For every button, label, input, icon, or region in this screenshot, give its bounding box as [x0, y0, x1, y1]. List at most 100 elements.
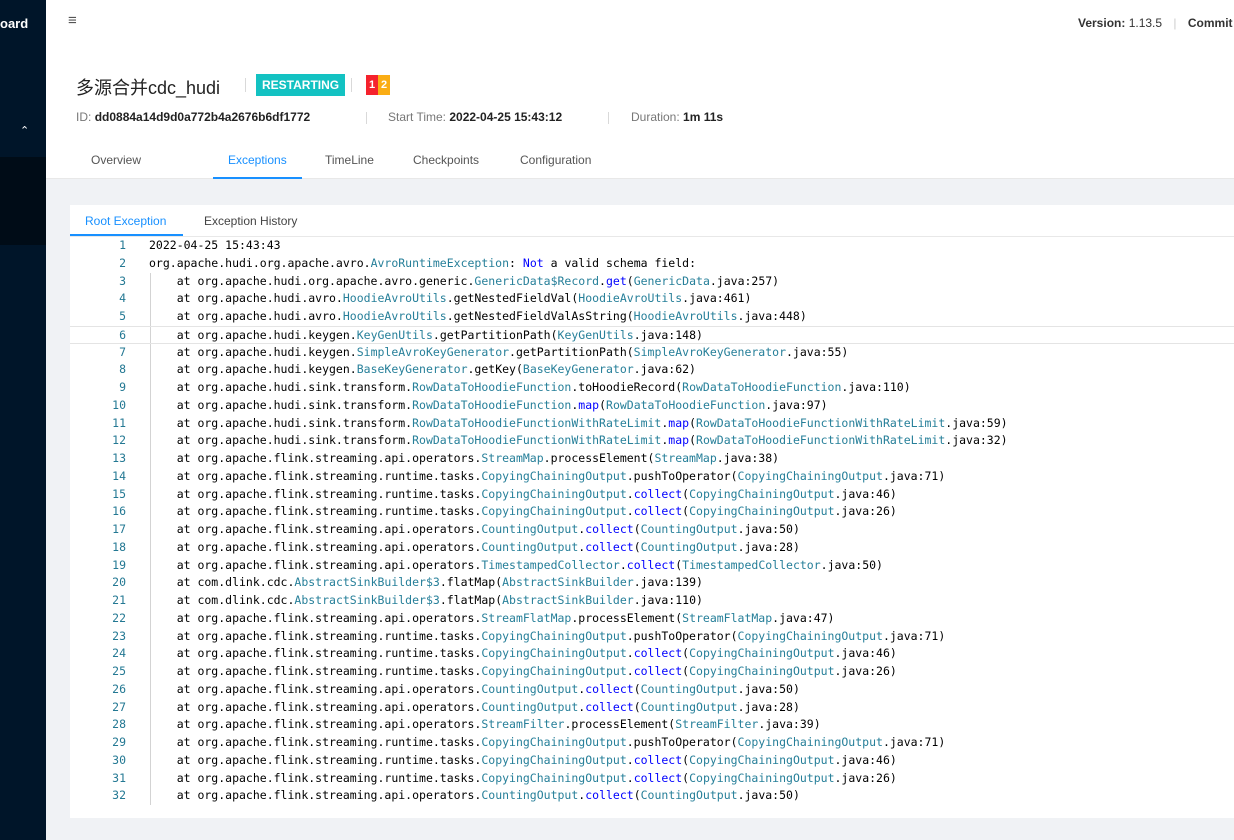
duration-value: 1m 11s: [683, 110, 724, 124]
code-line[interactable]: 1 2022-04-25 15:43:43: [70, 237, 1234, 255]
line-number: 9: [119, 380, 126, 394]
line-number: 3: [119, 273, 126, 288]
line-number: 5: [119, 309, 126, 323]
code-line-text: at com.dlink.cdc.AbstractSinkBuilder$3.f…: [149, 593, 703, 607]
version-value: 1.13.5: [1128, 16, 1163, 30]
code-line[interactable]: 18 at org.apache.flink.streaming.api.ope…: [70, 538, 1234, 557]
line-number: 24: [112, 646, 126, 661]
line-number: 18: [112, 539, 126, 554]
code-line[interactable]: 19 at org.apache.flink.streaming.api.ope…: [70, 556, 1234, 575]
code-line[interactable]: 11 at org.apache.hudi.sink.transform.Row…: [70, 414, 1234, 433]
sidebar: oard ⌃: [0, 0, 46, 840]
code-line[interactable]: 20 at com.dlink.cdc.AbstractSinkBuilder$…: [70, 574, 1234, 592]
job-id-label: ID:: [76, 110, 92, 124]
code-line[interactable]: 6 at org.apache.hudi.keygen.KeyGenUtils.…: [70, 325, 1234, 344]
active-tab-indicator: [213, 177, 302, 179]
code-line[interactable]: 27 at org.apache.flink.streaming.api.ope…: [70, 698, 1234, 717]
header-divider: |: [1173, 16, 1177, 30]
code-line-text: at org.apache.hudi.sink.transform.RowDat…: [149, 415, 1008, 430]
code-line[interactable]: 14 at org.apache.flink.streaming.runtime…: [70, 467, 1234, 486]
code-line-text: at org.apache.flink.streaming.runtime.ta…: [149, 628, 946, 643]
tab-exceptions[interactable]: Exceptions: [228, 153, 287, 167]
code-line[interactable]: 29 at org.apache.flink.streaming.runtime…: [70, 734, 1234, 752]
code-line[interactable]: 8 at org.apache.hudi.keygen.BaseKeyGener…: [70, 361, 1234, 379]
line-number: 20: [112, 575, 126, 590]
code-line[interactable]: 22 at org.apache.flink.streaming.api.ope…: [70, 609, 1234, 628]
app-logo-text[interactable]: oard: [0, 16, 28, 31]
line-number: 6: [119, 327, 126, 342]
code-line-text: 2022-04-25 15:43:43: [149, 238, 281, 252]
code-line-text: at org.apache.flink.streaming.api.operat…: [149, 681, 800, 696]
code-line-text: at com.dlink.cdc.AbstractSinkBuilder$3.f…: [149, 575, 703, 590]
exception-code-editor[interactable]: 1 2022-04-25 15:43:43 2 org.apache.hudi.org…: [70, 236, 1234, 805]
code-line-text: at org.apache.flink.streaming.api.operat…: [149, 788, 800, 803]
line-number: 7: [119, 344, 126, 359]
code-line[interactable]: 23 at org.apache.flink.streaming.runtime…: [70, 627, 1234, 646]
subtab-root-exception[interactable]: Root Exception: [85, 214, 166, 228]
code-line[interactable]: 21 at com.dlink.cdc.AbstractSinkBuilder$…: [70, 592, 1234, 610]
code-line[interactable]: 12 at org.apache.hudi.sink.transform.Row…: [70, 432, 1234, 450]
code-line-text: at org.apache.flink.streaming.runtime.ta…: [149, 504, 897, 519]
code-line-text: at org.apache.flink.streaming.runtime.ta…: [149, 752, 897, 767]
line-number: 23: [112, 628, 126, 643]
tab-configuration[interactable]: Configuration: [520, 153, 591, 167]
line-number: 32: [112, 788, 126, 803]
tab-overview[interactable]: Overview: [91, 153, 141, 167]
code-line[interactable]: 13 at org.apache.flink.streaming.api.ope…: [70, 450, 1234, 468]
code-line[interactable]: 4 at org.apache.hudi.avro.HoodieAvroUtil…: [70, 290, 1234, 308]
code-line[interactable]: 26 at org.apache.flink.streaming.api.ope…: [70, 680, 1234, 699]
line-number: 17: [112, 522, 126, 536]
job-id-value: dd0884a14d9d0a772b4a2676b6df1772: [94, 110, 311, 124]
code-line-text: at org.apache.flink.streaming.runtime.ta…: [149, 486, 897, 501]
code-line-text: org.apache.hudi.org.apache.avro.AvroRunt…: [149, 255, 697, 270]
code-line[interactable]: 28 at org.apache.flink.streaming.api.ope…: [70, 716, 1234, 734]
line-number: 30: [112, 752, 126, 767]
code-line[interactable]: 31 at org.apache.flink.streaming.runtime…: [70, 769, 1234, 788]
code-line[interactable]: 32 at org.apache.flink.streaming.api.ope…: [70, 787, 1234, 805]
code-line-text: at org.apache.flink.streaming.api.operat…: [149, 610, 835, 625]
code-line[interactable]: 10 at org.apache.hudi.sink.transform.Row…: [70, 396, 1234, 415]
line-number: 28: [112, 717, 126, 732]
menu-fold-icon[interactable]: ≡: [68, 12, 77, 29]
code-line[interactable]: 2 org.apache.hudi.org.apache.avro.AvroRun…: [70, 255, 1234, 273]
code-line-text: at org.apache.flink.streaming.runtime.ta…: [149, 468, 946, 483]
code-line[interactable]: 15 at org.apache.flink.streaming.runtime…: [70, 485, 1234, 504]
line-number: 4: [119, 291, 126, 306]
subtab-exception-history[interactable]: Exception History: [204, 214, 297, 228]
line-number: 16: [112, 504, 126, 519]
code-line[interactable]: 30 at org.apache.flink.streaming.runtime…: [70, 751, 1234, 770]
code-line-text: at org.apache.hudi.sink.transform.RowDat…: [149, 397, 828, 412]
line-number: 14: [112, 468, 126, 483]
tab-timeline[interactable]: TimeLine: [325, 153, 374, 167]
job-summary-panel: 多源合并cdc_hudi RESTARTING 1 2 ID: dd0884a1…: [46, 48, 1234, 179]
code-line-text: at org.apache.hudi.sink.transform.RowDat…: [149, 433, 1008, 448]
code-line[interactable]: 9 at org.apache.hudi.sink.transform.RowD…: [70, 379, 1234, 397]
line-number: 19: [112, 557, 126, 572]
tab-checkpoints[interactable]: Checkpoints: [413, 153, 479, 167]
commit-label: Commit: [1187, 16, 1233, 30]
line-number: 21: [112, 593, 126, 607]
code-line[interactable]: 5 at org.apache.hudi.avro.HoodieAvroUtil…: [70, 308, 1234, 326]
code-line-text: at org.apache.flink.streaming.api.operat…: [149, 717, 821, 732]
line-number: 25: [112, 664, 126, 678]
code-line[interactable]: 17 at org.apache.flink.streaming.api.ope…: [70, 521, 1234, 539]
code-line-text: at org.apache.hudi.sink.transform.RowDat…: [149, 380, 911, 394]
sidebar-submenu[interactable]: [0, 157, 46, 245]
chevron-up-icon[interactable]: ⌃: [20, 124, 29, 137]
line-number: 31: [112, 770, 126, 785]
code-line-text: at org.apache.flink.streaming.api.operat…: [149, 451, 780, 465]
meta-divider-2: [608, 112, 609, 124]
code-line-text: at org.apache.hudi.org.apache.avro.gener…: [149, 273, 780, 288]
top-header: ≡ Version: 1.13.5 | Commit: [46, 0, 1234, 48]
code-line[interactable]: 16 at org.apache.flink.streaming.runtime…: [70, 503, 1234, 521]
code-line[interactable]: 25 at org.apache.flink.streaming.runtime…: [70, 663, 1234, 681]
code-line[interactable]: 3 at org.apache.hudi.org.apache.avro.gen…: [70, 272, 1234, 291]
job-id: ID: dd0884a14d9d0a772b4a2676b6df1772: [76, 110, 310, 124]
code-line[interactable]: 24 at org.apache.flink.streaming.runtime…: [70, 645, 1234, 663]
code-line-text: at org.apache.flink.streaming.api.operat…: [149, 557, 883, 572]
code-line[interactable]: 7 at org.apache.hudi.keygen.SimpleAvroKe…: [70, 343, 1234, 362]
code-line-text: at org.apache.hudi.avro.HoodieAvroUtils.…: [149, 291, 752, 306]
line-number: 8: [119, 362, 126, 377]
line-number: 13: [112, 451, 126, 465]
line-number: 2: [119, 255, 126, 270]
